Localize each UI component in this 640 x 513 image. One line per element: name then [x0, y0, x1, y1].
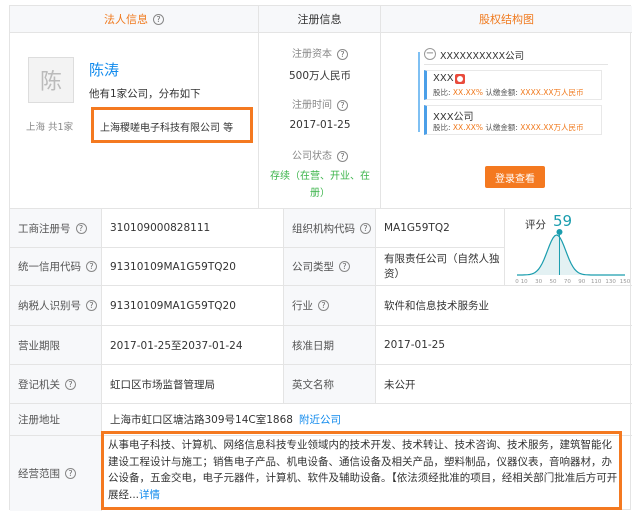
detail-label: 登记机关? [10, 365, 102, 403]
address-text: 上海市虹口区塘沽路309号14C室1868 [110, 414, 293, 426]
shareholder-name: XXX [433, 73, 454, 84]
detail-label: 组织机构代码? [284, 209, 376, 247]
reg-info-section: 注册资本? 500万人民币 注册时间? 2017-01-25 公司状态? 存续（… [259, 33, 381, 209]
shareholder-ratio: 股比: XX.XX% 认缴金额: XXXX.XX万人民币 [433, 123, 584, 132]
equity-tree-line [418, 52, 420, 132]
detail-label: 核准日期 [284, 326, 376, 364]
help-icon[interactable]: ? [360, 222, 371, 234]
company-type: 有限责任公司（自然人独资） [376, 248, 505, 285]
score-axis-tick: 10 [521, 279, 528, 285]
person-badge-icon [455, 74, 465, 84]
shareholder-card[interactable]: XXX 股比: XX.XX% 认缴金额: XXXX.XX万人民币 [424, 70, 602, 100]
avatar: 陈 [28, 57, 74, 103]
industry: 软件和信息技术服务业 [384, 300, 489, 312]
equity-header: 股权结构图 [381, 6, 632, 33]
approval-date: 2017-01-25 [384, 339, 446, 351]
help-icon[interactable]: ? [65, 378, 76, 390]
help-icon[interactable]: ? [86, 261, 97, 272]
shareholder-ratio: 股比: XX.XX% 认缴金额: XXXX.XX万人民币 [433, 88, 584, 97]
capital-cell: 注册资本? 500万人民币 [259, 45, 381, 83]
table-row: 登记机关? 虹口区市场监督管理局 英文名称 未公开 [10, 365, 632, 404]
equity-root: − XXXXXXXXXX公司 [424, 45, 608, 65]
help-icon[interactable]: ? [337, 48, 348, 60]
capital-label: 注册资本 [292, 49, 332, 60]
nearby-companies-link[interactable]: 附近公司 [299, 412, 341, 427]
shareholder-name: XXX公司 [433, 112, 474, 123]
detail-label: 行业? [284, 286, 376, 325]
help-icon[interactable]: ? [318, 300, 329, 311]
table-row: 纳税人识别号? 91310109MA1G59TQ20 行业? 软件和信息技术服务… [10, 286, 632, 326]
help-icon[interactable]: ? [337, 150, 348, 162]
detail-label: 公司类型? [284, 248, 376, 285]
legal-rep-name[interactable]: 陈涛 [89, 59, 119, 80]
taxpayer-id: 91310109MA1G59TQ20 [102, 286, 284, 325]
score-axis-tick: 0 [515, 279, 519, 285]
legal-rep-location: 上海 共1家 [26, 122, 74, 133]
status-cell: 公司状态? 存续（在营、开业、在册） [259, 147, 381, 202]
english-name: 未公开 [384, 378, 416, 391]
reg-info-header: 注册信息 [259, 6, 381, 33]
legal-rep-section: 陈 陈涛 他有1家公司，分布如下 上海 共1家 上海稷嗟电子科技有限公司 等 [10, 33, 259, 209]
score-axis-tick: 90 [578, 279, 585, 285]
login-view-button[interactable]: 登录查看 [485, 166, 545, 188]
reg-time-cell: 注册时间? 2017-01-25 [259, 96, 381, 131]
score-axis-tick: 30 [535, 279, 542, 285]
business-term: 2017-01-25至2037-01-24 [102, 326, 284, 364]
help-icon[interactable]: ? [65, 468, 76, 479]
help-icon[interactable]: ? [75, 222, 87, 234]
reg-time-value: 2017-01-25 [289, 119, 351, 131]
legal-rep-desc: 他有1家公司，分布如下 [89, 88, 201, 100]
help-icon[interactable]: ? [153, 13, 164, 25]
score-panel: 评分 59 0 10 30 50 70 90 110 130 150 [505, 209, 632, 286]
legal-rep-company[interactable]: 上海稷嗟电子科技有限公司 等 [100, 119, 233, 134]
shareholder-card[interactable]: XXX公司 股比: XX.XX% 认缴金额: XXXX.XX万人民币 [424, 105, 602, 135]
credit-code: 91310109MA1G59TQ20 [102, 248, 284, 285]
legal-rep-title: 法人信息 [104, 13, 148, 26]
detail-label: 统一信用代码? [10, 248, 102, 285]
business-scope: 从事电子科技、计算机、网络信息科技专业领域内的技术开发、技术转让、技术咨询、技术… [108, 437, 618, 503]
detail-label: 纳税人识别号? [10, 286, 102, 325]
score-distribution-chart: 0 10 30 50 70 90 110 130 150 [515, 229, 631, 285]
score-axis-tick: 70 [564, 279, 571, 285]
score-axis-tick: 50 [550, 279, 557, 285]
score-curve-area [517, 235, 625, 275]
score-axis-tick: 110 [591, 279, 602, 285]
table-row: 营业期限 2017-01-25至2037-01-24 核准日期 2017-01-… [10, 326, 632, 365]
scope-details-link[interactable]: 详情 [139, 489, 160, 501]
help-icon[interactable]: ? [86, 300, 97, 311]
capital-value: 500万人民币 [288, 70, 352, 82]
equity-section: − XXXXXXXXXX公司 XXX 股比: XX.XX% 认缴金额: XXXX… [381, 33, 632, 209]
org-code: MA1G59TQ2 [376, 209, 505, 247]
detail-label: 经营范围? [10, 436, 102, 511]
reg-info-title: 注册信息 [297, 13, 342, 26]
score-axis-tick: 150 [620, 279, 631, 285]
detail-label: 营业期限 [10, 326, 102, 364]
detail-label: 工商注册号? [10, 209, 102, 247]
help-icon[interactable]: ? [337, 99, 348, 111]
detail-label: 英文名称 [284, 365, 376, 403]
business-scope-text: 从事电子科技、计算机、网络信息科技专业领域内的技术开发、技术转让、技术咨询、技术… [108, 439, 618, 501]
status-value: 存续（在营、开业、在册） [270, 171, 370, 199]
score-pin [556, 229, 563, 235]
equity-title: 股权结构图 [479, 13, 534, 26]
score-axis-tick: 130 [605, 279, 616, 285]
table-row: 统一信用代码? 91310109MA1G59TQ20 公司类型? 有限责任公司（… [10, 248, 505, 286]
collapse-icon[interactable]: − [424, 48, 436, 60]
biz-reg-no: 310109000828111 [102, 209, 284, 247]
help-icon[interactable]: ? [339, 261, 350, 272]
equity-root-name: XXXXXXXXXX公司 [440, 51, 525, 62]
reg-time-label: 注册时间 [292, 100, 332, 111]
detail-label: 注册地址 [10, 404, 102, 435]
reg-authority: 虹口区市场监督管理局 [102, 365, 284, 403]
status-label: 公司状态 [292, 151, 332, 162]
legal-rep-header: 法人信息 ? [10, 6, 259, 33]
table-row: 工商注册号? 310109000828111 组织机构代码? MA1G59TQ2 [10, 209, 505, 248]
